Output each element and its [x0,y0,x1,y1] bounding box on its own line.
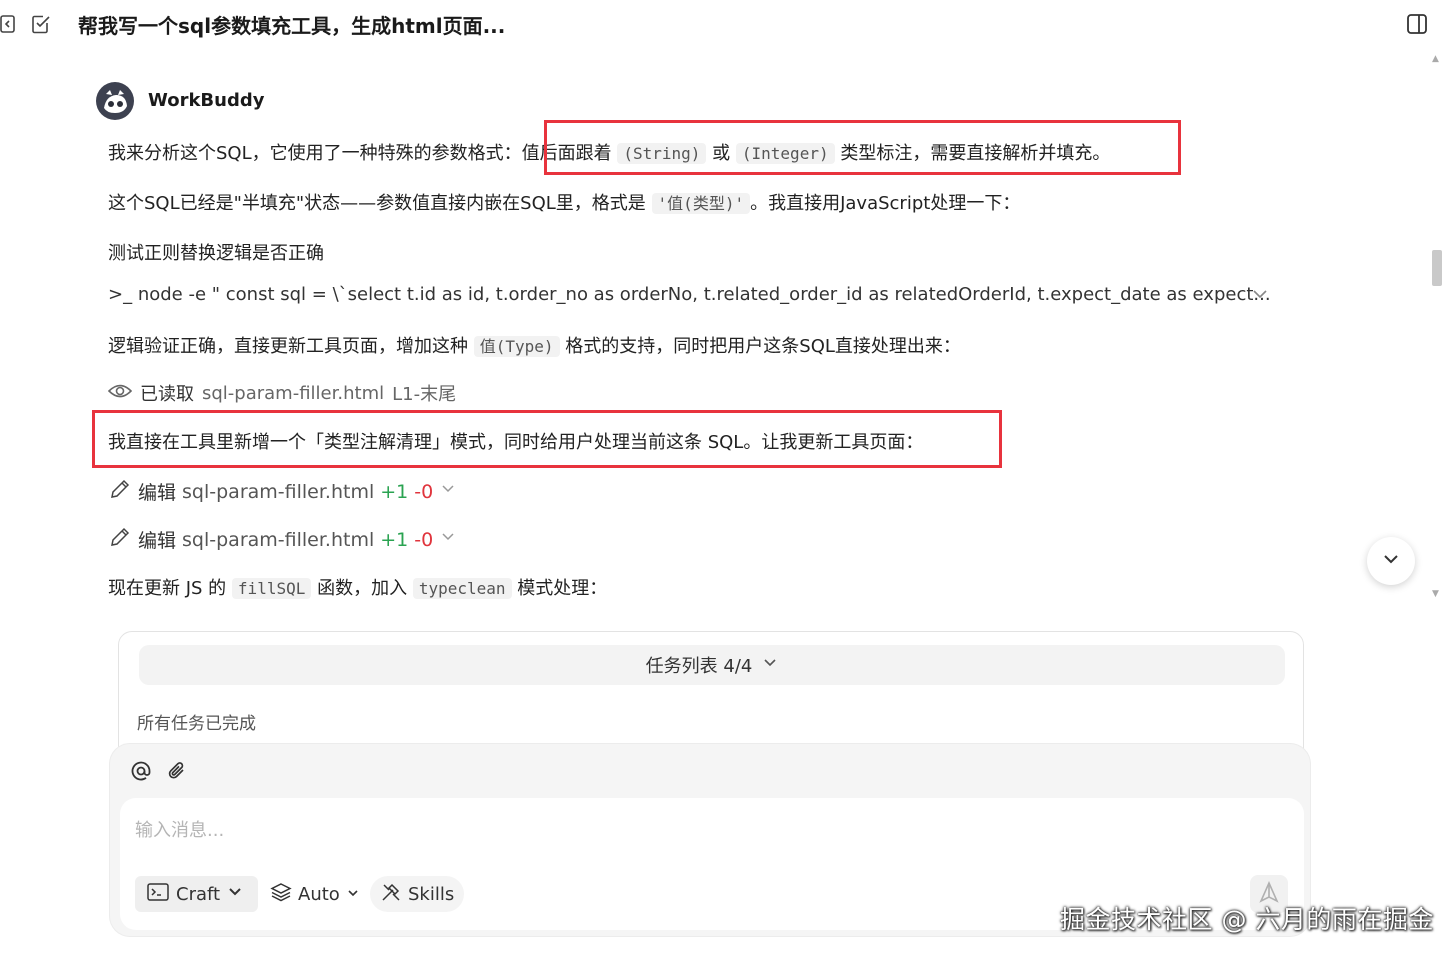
bot-avatar [96,82,134,120]
inline-code-value-type-en: 值(Type) [473,336,560,357]
task-list-toggle[interactable]: 任务列表 4/4 [139,645,1285,685]
p2-text-after: 。我直接用JavaScript处理一下： [750,193,1021,214]
craft-label: Craft [176,883,221,905]
tools-icon [380,881,402,908]
task-check-icon[interactable] [30,13,52,35]
p1-text: 我来分析这个SQL，它使用了一种特殊的参数格式： [108,143,522,164]
edit-file-row[interactable]: 编辑 sql-param-filler.html +1 -0 [108,525,457,554]
inline-code-value-type: '值(类型)' [651,193,751,214]
edit-label: 编辑 [138,482,177,504]
chevron-down-icon[interactable] [1250,284,1270,304]
lines-added: +1 [380,528,409,551]
terminal-window-icon [147,882,169,906]
model-select-button[interactable]: Auto [270,876,360,912]
scroll-to-bottom-button[interactable] [1367,537,1415,585]
layers-icon [270,882,292,907]
chevron-down-icon[interactable] [439,480,457,503]
p6-text-mid: 函数，加入 [317,578,408,599]
terminal-command-text: node -e " const sql = \`select t.id as i… [137,284,1271,305]
collapse-sidebar-icon[interactable] [0,13,22,35]
task-status-text: 所有任务已完成 [137,714,256,734]
chevron-down-icon [762,655,778,676]
edit-file-name: sql-param-filler.html [182,480,375,503]
scroll-up-arrow[interactable]: ▲ [1432,54,1439,64]
chevron-down-icon[interactable] [439,528,457,551]
pencil-icon [108,525,132,554]
lines-added: +1 [380,480,409,503]
chevron-down-icon [346,884,360,905]
skills-label: Skills [408,883,455,905]
message-paragraph-3: 测试正则替换逻辑是否正确 [108,243,324,264]
scroll-down-arrow[interactable]: ▼ [1432,589,1439,599]
attachment-icon[interactable] [166,760,188,782]
p4-text-after: 格式的支持，同时把用户这条SQL直接处理出来： [565,336,961,357]
craft-mode-button[interactable]: Craft [135,876,258,912]
edit-label: 编辑 [138,530,177,552]
chevron-down-icon [227,884,243,905]
pencil-icon [108,477,132,506]
p6-text-after: 模式处理： [517,578,608,599]
mention-icon[interactable] [130,760,152,782]
skills-button[interactable]: Skills [370,876,465,912]
scrollbar-thumb[interactable] [1432,250,1442,286]
watermark: 掘金技术社区 @ 六月的雨在掘金 [1060,905,1434,934]
lines-removed: -0 [414,480,434,503]
read-label: 已读取 [140,384,194,405]
toggle-panel-icon[interactable] [1406,13,1428,35]
task-list-title: 任务列表 4/4 [645,656,753,677]
bot-name: WorkBuddy [148,90,265,111]
message-paragraph-4: 逻辑验证正确，直接更新工具页面，增加这种 值(Type) 格式的支持，同时把用户… [108,332,961,358]
auto-label: Auto [298,883,340,905]
message-paragraph-2: 这个SQL已经是"半填充"状态——参数值直接内嵌在SQL里，格式是 '值(类型)… [108,189,1020,215]
task-list-panel: 任务列表 4/4 所有任务已完成 [118,631,1304,761]
p6-text: 现在更新 JS 的 [108,578,227,599]
eye-icon [107,382,133,405]
chevron-down-icon [1381,549,1401,573]
terminal-prompt-icon: >_ [108,284,133,305]
terminal-command-row[interactable]: >_ node -e " const sql = \`select t.id a… [108,284,1278,305]
inline-code-fillsql: fillSQL [231,578,312,599]
highlight-box-2 [92,410,1002,468]
p4-text: 逻辑验证正确，直接更新工具页面，增加这种 [108,336,468,357]
highlight-box-1 [544,120,1181,175]
edit-file-row[interactable]: 编辑 sql-param-filler.html +1 -0 [108,477,457,506]
read-file-range: L1-末尾 [392,384,457,405]
p2-text: 这个SQL已经是"半填充"状态——参数值直接内嵌在SQL里，格式是 [108,193,646,214]
read-file-name: sql-param-filler.html [202,382,385,404]
message-paragraph-6: 现在更新 JS 的 fillSQL 函数，加入 typeclean 模式处理： [108,574,607,600]
message-input-placeholder: 输入消息... [135,820,225,841]
edit-file-name: sql-param-filler.html [182,528,375,551]
inline-code-typeclean: typeclean [412,578,512,599]
read-file-row[interactable]: 已读取 sql-param-filler.html L1-末尾 [107,380,457,406]
chat-title: 帮我写一个sql参数填充工具，生成html页面... [78,14,506,38]
chat-header: 帮我写一个sql参数填充工具，生成html页面... [0,0,1446,48]
lines-removed: -0 [414,528,434,551]
